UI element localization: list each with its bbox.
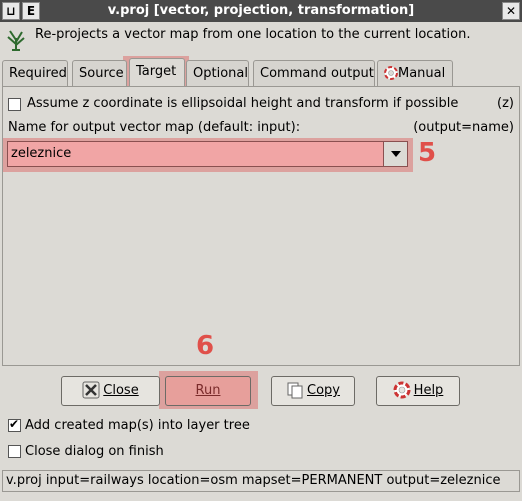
- module-description: Re-projects a vector map from one locati…: [0, 22, 522, 58]
- output-label: Name for output vector map (default: inp…: [8, 120, 301, 135]
- close-dialog-option: Close dialog on finish: [8, 444, 164, 462]
- close-icon: [82, 381, 100, 398]
- step-5-annotation: 5: [418, 138, 437, 168]
- title-bar: ⊔ E v.proj [vector, projection, transfor…: [0, 0, 522, 22]
- output-map-value: zeleznice: [11, 146, 72, 161]
- help-button[interactable]: Help: [376, 376, 460, 406]
- close-dialog-label: Close dialog on finish: [25, 444, 164, 459]
- close-dialog-checkbox[interactable]: [8, 445, 21, 458]
- tab-required[interactable]: Required: [2, 60, 68, 86]
- zcoord-option: Assume z coordinate is ellipsoidal heigh…: [8, 96, 514, 114]
- tab-manual-label: Manual: [398, 66, 446, 81]
- help-button-label: Help: [413, 383, 444, 398]
- run-button-label: Run: [195, 383, 221, 398]
- command-line-status: v.proj input=railways location=osm mapse…: [2, 470, 520, 492]
- lifebuoy-icon: [393, 381, 411, 398]
- close-button[interactable]: Close: [61, 376, 160, 406]
- description-text: Re-projects a vector map from one locati…: [35, 27, 471, 42]
- window-title: v.proj [vector, projection, transformati…: [107, 3, 415, 18]
- add-maps-option: Add created map(s) into layer tree: [8, 417, 250, 436]
- output-hint: (output=name): [413, 120, 514, 135]
- tab-source[interactable]: Source: [72, 60, 127, 86]
- tab-command-output[interactable]: Command output: [253, 60, 375, 86]
- copy-button-label: Copy: [307, 383, 340, 398]
- add-maps-checkbox[interactable]: [8, 417, 21, 432]
- copy-button[interactable]: Copy: [271, 376, 355, 406]
- lifebuoy-icon: [384, 65, 398, 80]
- run-button[interactable]: Run: [165, 376, 251, 406]
- chevron-down-icon[interactable]: [383, 142, 407, 166]
- tab-optional[interactable]: Optional: [186, 60, 249, 86]
- copy-icon: [287, 382, 303, 398]
- zcoord-checkbox[interactable]: [8, 98, 21, 111]
- close-button-label: Close: [103, 383, 139, 398]
- tab-manual[interactable]: Manual: [377, 60, 453, 86]
- grass-module-icon: [7, 30, 25, 51]
- zcoord-label: Assume z coordinate is ellipsoidal heigh…: [27, 96, 459, 111]
- output-option: Name for output vector map (default: inp…: [8, 120, 514, 138]
- window-close-button[interactable]: ✕: [502, 2, 520, 20]
- zcoord-flag: (z): [497, 96, 514, 111]
- output-map-combobox[interactable]: zeleznice: [7, 141, 408, 167]
- add-maps-label: Add created map(s) into layer tree: [25, 418, 250, 433]
- tab-target[interactable]: Target: [129, 58, 185, 86]
- step-6-annotation: 6: [196, 331, 215, 361]
